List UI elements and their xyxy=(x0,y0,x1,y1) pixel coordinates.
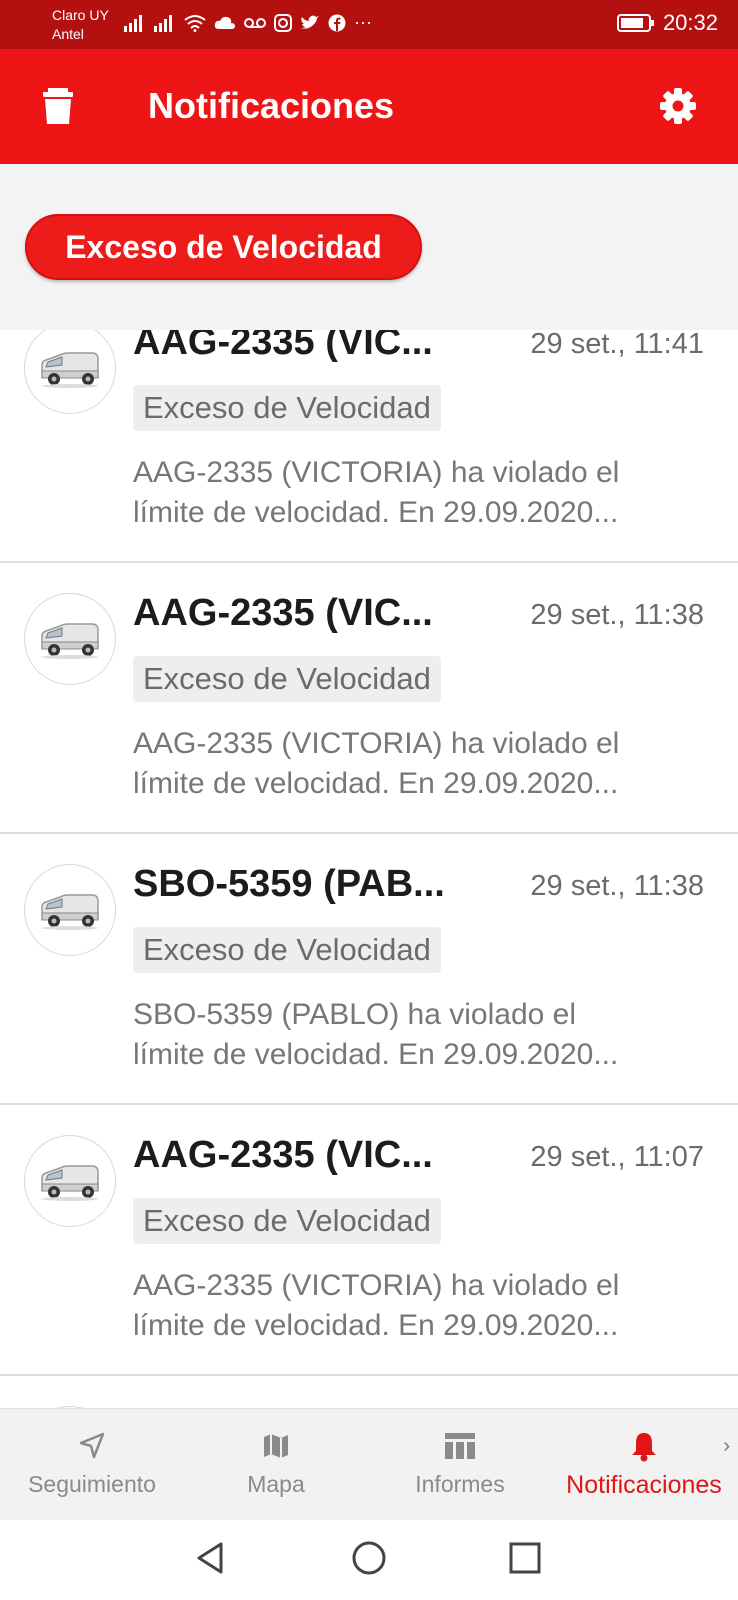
bell-icon xyxy=(632,1433,656,1462)
status-bar: Claro UY Antel ··· 20:32 xyxy=(0,0,738,49)
recents-button[interactable] xyxy=(505,1538,545,1578)
notification-time: 29 set., 11:07 xyxy=(530,1141,704,1173)
list-item[interactable]: AAG-2335 (VIC... 29 set., 11:07 Exceso d… xyxy=(0,1106,738,1376)
notification-type-badge: Exceso de Velocidad xyxy=(133,927,441,973)
status-icons: ··· xyxy=(124,12,372,33)
map-icon xyxy=(264,1434,288,1458)
van-icon xyxy=(41,352,99,388)
notification-list[interactable]: AAG-2335 (VIC... 29 set., 11:41 Exceso d… xyxy=(0,330,738,1408)
more-notifications-icon: ··· xyxy=(354,12,372,32)
home-circle-icon xyxy=(352,1541,386,1575)
carrier-info: Claro UY Antel xyxy=(52,6,109,44)
back-button[interactable] xyxy=(191,1538,231,1578)
nav-label: Notificaciones xyxy=(566,1471,722,1499)
nav-label: Seguimiento xyxy=(28,1471,156,1497)
page-title: Notificaciones xyxy=(148,85,395,126)
avatar xyxy=(24,330,116,414)
carrier-name-1: Claro UY xyxy=(52,7,109,23)
twitter-icon xyxy=(301,15,319,29)
notification-title: AAG-2335 (VIC... xyxy=(133,330,433,363)
notification-time: 29 set., 11:41 xyxy=(530,330,704,360)
app-bar: Notificaciones xyxy=(0,49,738,164)
settings-button[interactable] xyxy=(656,84,700,128)
notification-body-line: AAG-2335 (VICTORIA) ha violado el xyxy=(133,727,620,760)
notification-body-line: límite de velocidad. En 29.09.2020... xyxy=(133,496,619,529)
notification-body-line: límite de velocidad. En 29.09.2020... xyxy=(133,767,619,800)
notification-body: AAG-2335 (VICTORIA) ha violado el límite… xyxy=(133,453,693,533)
filter-area: Exceso de Velocidad xyxy=(0,164,738,330)
instagram-icon xyxy=(274,13,292,32)
table-icon xyxy=(445,1433,475,1459)
navigation-arrow-icon xyxy=(79,1432,105,1459)
chevron-right-icon[interactable]: › xyxy=(723,1435,730,1458)
list-item[interactable]: AAG-2335 (VIC... 29 set., 11:38 Exceso d… xyxy=(0,564,738,834)
notification-title: AAG-2335 (VIC... xyxy=(133,1134,433,1176)
back-triangle-icon xyxy=(197,1542,223,1574)
notification-body-line: límite de velocidad. En 29.09.2020... xyxy=(133,1309,619,1342)
facebook-icon xyxy=(328,14,346,31)
avatar xyxy=(24,864,116,956)
notification-body-line: límite de velocidad. En 29.09.2020... xyxy=(133,1038,619,1071)
filter-chip-speeding[interactable]: Exceso de Velocidad xyxy=(25,214,422,280)
nav-item-informes[interactable]: Informes xyxy=(400,1409,520,1521)
notification-body-line: SBO-5359 (PABLO) ha violado el xyxy=(133,998,577,1031)
notification-type-badge: Exceso de Velocidad xyxy=(133,385,441,431)
nav-item-notificaciones[interactable]: Notificaciones xyxy=(556,1409,732,1521)
van-icon xyxy=(41,894,99,930)
trash-icon xyxy=(43,88,73,124)
list-item[interactable]: AAG-2335 (VIC... 29 set., 11:41 Exceso d… xyxy=(0,330,738,563)
signal-icon-2 xyxy=(154,14,172,32)
notification-title: AAG-2335 (VIC... xyxy=(133,592,433,634)
list-item[interactable]: SBO-5359 (PAB... 29 set., 11:38 Exceso d… xyxy=(0,835,738,1105)
van-icon xyxy=(41,1165,99,1201)
avatar xyxy=(24,1135,116,1227)
nav-item-seguimiento[interactable]: Seguimiento xyxy=(22,1409,162,1521)
recents-square-icon xyxy=(509,1542,541,1574)
notification-body: AAG-2335 (VICTORIA) ha violado el límite… xyxy=(133,1266,693,1346)
status-right: 20:32 xyxy=(616,10,718,36)
voicemail-icon xyxy=(244,17,266,28)
nav-label: Informes xyxy=(415,1471,505,1497)
notification-time: 29 set., 11:38 xyxy=(530,599,704,631)
signal-icon xyxy=(124,14,142,32)
battery-icon xyxy=(616,14,654,32)
system-navigation-bar xyxy=(0,1520,738,1600)
delete-all-button[interactable] xyxy=(36,84,80,128)
wifi-icon xyxy=(184,14,206,32)
van-icon xyxy=(41,623,99,659)
gear-icon xyxy=(660,88,696,124)
notification-body: SBO-5359 (PABLO) ha violado el límite de… xyxy=(133,995,693,1075)
nav-item-mapa[interactable]: Mapa xyxy=(226,1409,326,1521)
notification-body-line: AAG-2335 (VICTORIA) ha violado el xyxy=(133,1269,620,1302)
notification-body-line: AAG-2335 (VICTORIA) ha violado el xyxy=(133,456,620,489)
nav-label: Mapa xyxy=(247,1471,305,1497)
cloud-icon xyxy=(214,16,235,29)
clock: 20:32 xyxy=(662,10,718,35)
notification-title: SBO-5359 (PAB... xyxy=(133,863,445,905)
list-item-partial[interactable] xyxy=(0,1377,738,1408)
carrier-name-2: Antel xyxy=(52,26,84,42)
home-button[interactable] xyxy=(349,1538,389,1578)
bottom-navigation: Seguimiento Mapa Informes Notificaciones… xyxy=(0,1408,738,1520)
notification-time: 29 set., 11:38 xyxy=(530,870,704,902)
notification-body: AAG-2335 (VICTORIA) ha violado el límite… xyxy=(133,724,693,804)
avatar xyxy=(24,593,116,685)
notification-type-badge: Exceso de Velocidad xyxy=(133,1198,441,1244)
notification-type-badge: Exceso de Velocidad xyxy=(133,656,441,702)
